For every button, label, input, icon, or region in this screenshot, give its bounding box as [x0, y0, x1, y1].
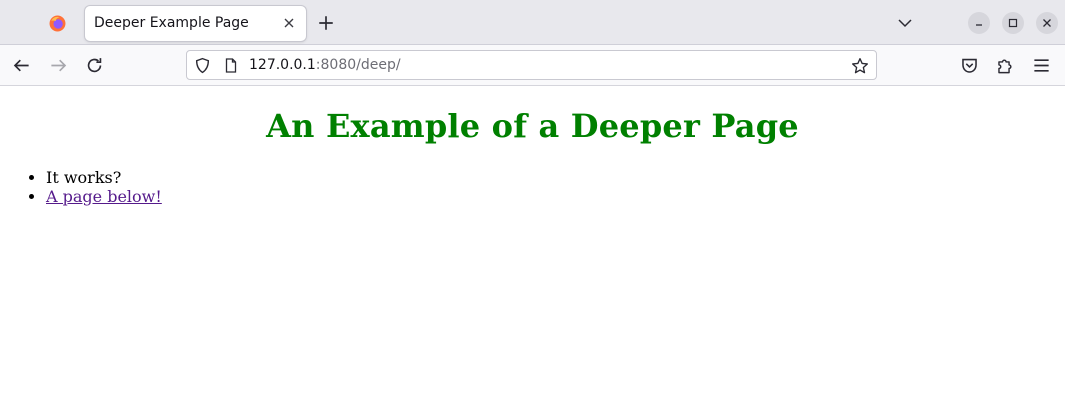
tab-title: Deeper Example Page: [94, 15, 249, 31]
close-tab-icon[interactable]: [281, 15, 297, 31]
list-item: A page below!: [46, 187, 162, 206]
bookmark-star-icon[interactable]: [851, 57, 869, 75]
close-icon: [1043, 19, 1051, 27]
minimize-button[interactable]: [968, 12, 990, 34]
back-arrow-icon[interactable]: [12, 56, 31, 75]
url-text[interactable]: 127.0.0.1:8080/deep/: [249, 57, 401, 73]
extensions-puzzle-icon[interactable]: [996, 56, 1015, 75]
chevron-down-icon[interactable]: [896, 15, 914, 31]
list-item: It works?: [46, 168, 162, 187]
page-icon[interactable]: [223, 57, 239, 74]
shield-icon[interactable]: [194, 57, 211, 74]
page-heading: An Example of a Deeper Page: [266, 107, 799, 145]
navigation-toolbar: 127.0.0.1:8080/deep/: [0, 45, 1065, 86]
page-list: It works? A page below!: [46, 168, 162, 206]
maximize-icon: [1008, 18, 1018, 28]
new-tab-icon[interactable]: [317, 14, 335, 32]
pocket-icon[interactable]: [960, 56, 979, 75]
firefox-icon[interactable]: [49, 15, 66, 32]
close-window-button[interactable]: [1036, 12, 1058, 34]
hamburger-menu-icon[interactable]: [1032, 56, 1051, 75]
tab-active[interactable]: Deeper Example Page: [85, 6, 306, 41]
maximize-button[interactable]: [1002, 12, 1024, 34]
page-viewport: An Example of a Deeper Page It works? A …: [0, 87, 1065, 414]
reload-icon[interactable]: [85, 56, 104, 75]
url-host: 127.0.0.1: [249, 57, 316, 73]
page-below-link[interactable]: A page below!: [46, 187, 162, 206]
address-bar[interactable]: 127.0.0.1:8080/deep/: [186, 50, 877, 80]
forward-arrow-icon[interactable]: [49, 56, 68, 75]
list-item-text: It works?: [46, 168, 122, 187]
tab-strip: Deeper Example Page: [0, 0, 1065, 45]
url-path: :8080/deep/: [315, 57, 401, 73]
minimize-icon: [976, 24, 982, 26]
